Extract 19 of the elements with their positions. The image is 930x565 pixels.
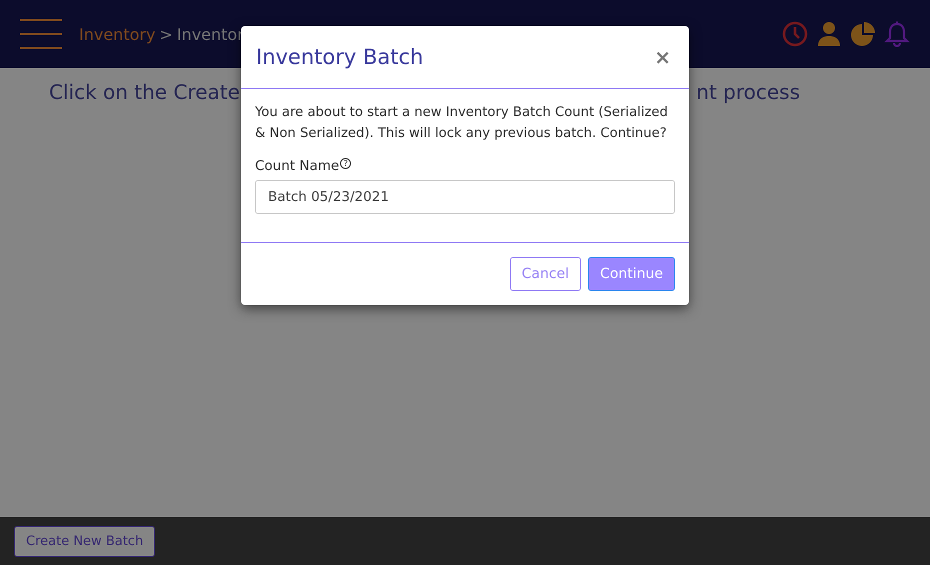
dialog-title: Inventory Batch: [256, 45, 424, 69]
bell-icon[interactable]: [884, 21, 910, 47]
create-batch-button[interactable]: Create New Batch: [14, 526, 156, 556]
breadcrumb-current: Inventor: [176, 24, 244, 44]
pie-chart-icon[interactable]: [850, 21, 876, 47]
breadcrumb-link[interactable]: Inventory: [79, 24, 156, 44]
instruction-text: Click on the Create: [49, 80, 240, 106]
breadcrumb-separator: >: [159, 24, 173, 44]
continue-button[interactable]: Continue: [588, 257, 675, 291]
input-field[interactable]: Batch 05/23/2021: [255, 180, 675, 214]
menu-button[interactable]: [20, 19, 62, 49]
cancel-button[interactable]: Cancel: [510, 257, 582, 291]
field-label: Count Name: [255, 158, 340, 174]
instruction-text: nt process: [696, 80, 800, 106]
help-icon[interactable]: ?: [340, 158, 352, 169]
clock-icon[interactable]: [782, 21, 808, 47]
dialog-message: You are about to start a new Inventory Batch Count (Serialized & Non Serialized). This will lock any previous batch. Continue?: [255, 104, 669, 143]
close-button[interactable]: ×: [650, 45, 675, 69]
user-icon[interactable]: [816, 21, 842, 47]
